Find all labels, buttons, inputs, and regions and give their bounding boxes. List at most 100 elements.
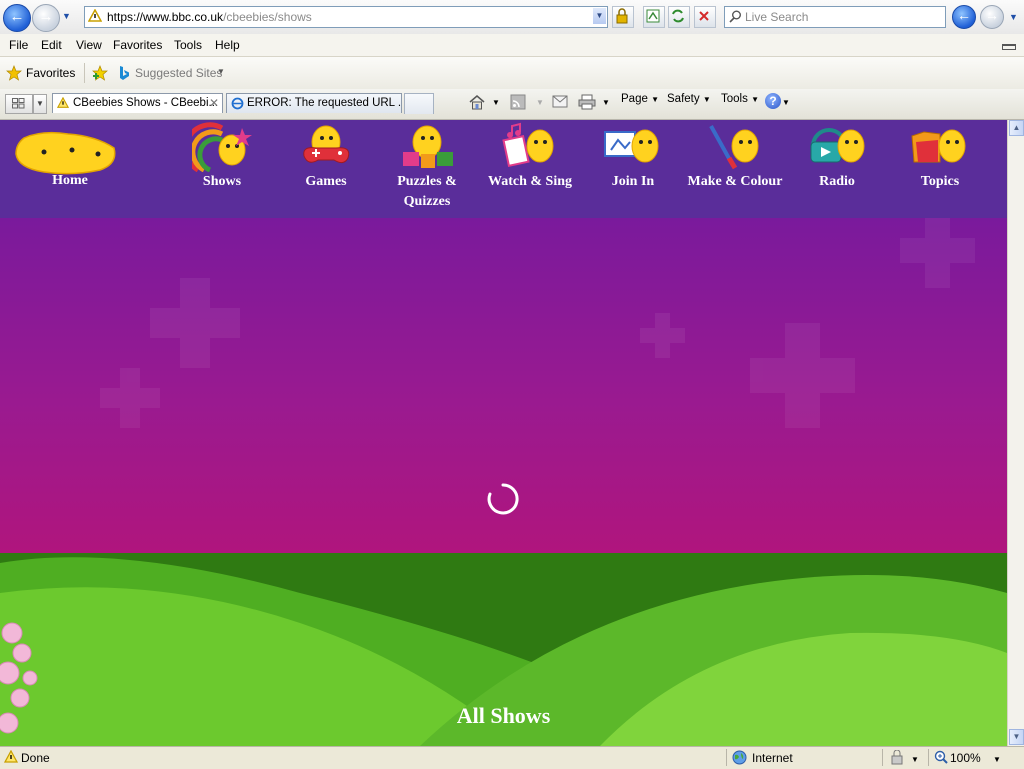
chevron-down-icon[interactable]: ▼ [911, 755, 919, 764]
ie-page-icon [231, 97, 244, 110]
menu-edit[interactable]: Edit [41, 38, 62, 52]
star-icon [6, 65, 22, 81]
certificate-warning-icon [57, 97, 69, 108]
compatibility-view-button[interactable] [643, 6, 665, 28]
search-go-button[interactable]: ← [952, 5, 976, 29]
nav-shows-label: Shows [202, 174, 242, 189]
forward-arrow-icon: → [38, 8, 54, 25]
safety-menu[interactable]: Safety ▼ [667, 93, 711, 105]
nav-topics[interactable]: Topics [890, 120, 990, 218]
nav-make-colour-label: Make & Colour [687, 174, 783, 189]
puzzle-pieces-icon [403, 125, 453, 168]
chevron-down-icon: ▼ [651, 95, 659, 104]
scroll-down-icon[interactable]: ▼ [1009, 729, 1024, 745]
search-icon [729, 10, 741, 23]
tab-error[interactable]: ERROR: The requested URL ... [226, 93, 402, 113]
tab-list-dropdown-icon[interactable]: ▼ [33, 94, 47, 114]
mail-icon[interactable] [552, 95, 568, 108]
help-icon[interactable]: ? [765, 93, 781, 109]
home-dropdown-icon[interactable]: ▼ [492, 98, 500, 107]
page-menu-label: Page [621, 93, 648, 105]
stop-button[interactable] [694, 6, 716, 28]
lock-icon [616, 8, 628, 24]
nav-games-label: Games [305, 174, 347, 189]
nav-radio-label: Radio [819, 174, 855, 189]
home-label: Home [52, 173, 88, 188]
add-favorite-icon[interactable] [92, 65, 109, 81]
games-controller-icon [303, 125, 350, 164]
hero-banner [0, 218, 1007, 553]
menu-favorites[interactable]: Favorites [113, 38, 162, 52]
shows-rainbow-icon [192, 122, 252, 172]
nav-puzzles[interactable]: Puzzles & Quizzes [377, 120, 477, 218]
menu-view[interactable]: View [76, 38, 102, 52]
vertical-scrollbar[interactable]: ▲ ▼ [1007, 120, 1024, 746]
tab-row: ▼ CBeebies Shows - CBeebi... ✕ ERROR: Th… [0, 89, 1024, 120]
security-zone-label[interactable]: Internet [752, 751, 793, 765]
menu-help[interactable]: Help [215, 38, 240, 52]
tools-menu[interactable]: Tools ▼ [721, 93, 759, 105]
menu-bar: File Edit View Favorites Tools Help [0, 34, 1024, 57]
topics-folder-icon [911, 129, 966, 163]
home-icon[interactable] [468, 94, 486, 110]
nav-games[interactable]: Games [276, 120, 376, 218]
search-input[interactable]: Live Search [724, 6, 946, 28]
chevron-down-icon: ▼ [751, 95, 759, 104]
paintbrush-icon [709, 125, 759, 170]
address-dropdown-icon[interactable]: ▼ [593, 8, 606, 24]
nav-shows[interactable]: Shows [172, 120, 272, 218]
zoom-icon [934, 750, 948, 764]
tab-title: CBeebies Shows - CBeebi... [73, 97, 219, 109]
feeds-dropdown-icon[interactable]: ▼ [536, 98, 544, 107]
nav-radio[interactable]: Radio [787, 120, 887, 218]
radio-headphones-icon [810, 128, 865, 163]
feeds-icon[interactable] [510, 94, 526, 110]
forward-button[interactable]: → [32, 4, 60, 32]
nav-join-in-label: Join In [611, 174, 655, 189]
print-dropdown-icon[interactable]: ▼ [602, 98, 610, 107]
scroll-up-icon[interactable]: ▲ [1009, 120, 1024, 136]
nav-make-colour[interactable]: Make & Colour [685, 120, 785, 218]
tab-cbeebies-shows[interactable]: CBeebies Shows - CBeebi... ✕ [52, 93, 223, 113]
zoom-dropdown-icon[interactable]: ▼ [993, 755, 1001, 764]
nav-home[interactable]: Home [10, 120, 130, 218]
bing-icon [120, 66, 129, 80]
search-dropdown-icon[interactable]: ▼ [1009, 12, 1018, 22]
refresh-button[interactable] [668, 6, 690, 28]
search-options-button[interactable]: → [980, 5, 1004, 29]
menu-file[interactable]: File [9, 38, 28, 52]
minimize-menu-icon[interactable] [1002, 44, 1016, 50]
print-icon[interactable] [578, 94, 596, 110]
quick-tabs-icon [12, 98, 25, 109]
menu-tools[interactable]: Tools [174, 38, 202, 52]
quick-tabs-button[interactable] [5, 94, 33, 114]
divider [928, 749, 929, 766]
protected-mode-icon[interactable] [890, 750, 906, 765]
history-dropdown-icon[interactable]: ▼ [62, 11, 71, 21]
security-lock-button[interactable] [612, 6, 634, 28]
back-button[interactable]: ← [3, 4, 31, 32]
help-dropdown-icon[interactable]: ▼ [782, 98, 790, 107]
address-url: https://www.bbc.co.uk/cbeebies/shows [107, 10, 312, 24]
web-page: Home Shows Games Puzzles & Quizzes Watch… [0, 120, 1007, 746]
new-tab-button[interactable] [404, 93, 434, 114]
favorites-bar: Favorites Suggested Sites ▼ [0, 57, 1024, 90]
page-menu[interactable]: Page ▼ [621, 93, 659, 105]
nav-puzzles-label: Puzzles & Quizzes [397, 174, 457, 209]
safety-menu-label: Safety [667, 93, 700, 105]
nav-join-in[interactable]: Join In [583, 120, 683, 218]
loading-spinner-icon [487, 483, 519, 515]
join-in-picture-icon [604, 129, 659, 163]
nav-watch-sing-label: Watch & Sing [487, 174, 572, 189]
status-text: Done [21, 751, 50, 765]
zoom-level[interactable]: 100% [950, 751, 981, 765]
nav-watch-sing[interactable]: Watch & Sing [480, 120, 580, 218]
nav-topics-label: Topics [920, 174, 960, 189]
favorites-label: Favorites [26, 66, 76, 80]
chevron-down-icon: ▼ [217, 67, 225, 76]
divider [882, 749, 883, 766]
stop-icon [699, 11, 709, 21]
close-tab-icon[interactable]: ✕ [209, 96, 219, 110]
address-toolbar: ← → ▼ https://www.bbc.co.uk/cbeebies/sho… [0, 0, 1024, 38]
address-bar[interactable]: https://www.bbc.co.uk/cbeebies/shows ▼ [84, 6, 608, 28]
